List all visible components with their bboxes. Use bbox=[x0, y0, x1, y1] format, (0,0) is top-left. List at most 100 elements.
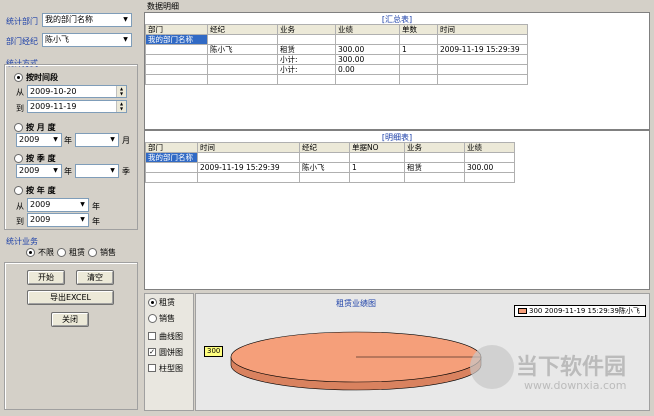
line-chart-checkbox[interactable] bbox=[148, 332, 156, 340]
table-cell[interactable]: 300.00 bbox=[335, 54, 400, 65]
to-date-input[interactable]: 2009-11-19 ▲ ▼ bbox=[27, 100, 127, 113]
table-row[interactable]: 陈小飞 租赁 300.00 1 2009-11-19 15:29:39 bbox=[145, 44, 528, 55]
table-row[interactable] bbox=[145, 74, 528, 85]
table-cell[interactable] bbox=[207, 54, 278, 65]
column-header[interactable]: 经纪 bbox=[207, 24, 278, 35]
export-excel-button[interactable]: 导出EXCEL bbox=[27, 290, 114, 305]
column-header[interactable]: 单据NO bbox=[349, 142, 405, 153]
month-radio[interactable] bbox=[14, 123, 23, 132]
table-cell[interactable] bbox=[464, 172, 515, 183]
table-cell[interactable] bbox=[299, 152, 350, 163]
month-select[interactable]: ▼ bbox=[75, 133, 119, 147]
table-cell[interactable] bbox=[437, 64, 528, 75]
table-cell[interactable] bbox=[399, 74, 438, 85]
table-cell[interactable]: 陈小飞 bbox=[299, 162, 350, 173]
table-cell[interactable] bbox=[207, 74, 278, 85]
table-cell[interactable] bbox=[145, 64, 208, 75]
table-cell[interactable] bbox=[277, 34, 336, 45]
table-cell[interactable]: 我的部门名称 bbox=[145, 34, 208, 45]
table-row[interactable]: 我的部门名称 bbox=[145, 34, 528, 45]
table-cell[interactable]: 1 bbox=[399, 44, 438, 55]
table-cell[interactable] bbox=[437, 54, 528, 65]
quarter-year-select[interactable]: 2009 ▼ bbox=[16, 164, 62, 178]
column-header[interactable]: 部门 bbox=[145, 24, 208, 35]
column-header[interactable]: 业绩 bbox=[335, 24, 400, 35]
table-row[interactable]: 小计: 0.00 bbox=[145, 64, 528, 75]
table-cell[interactable]: 1 bbox=[349, 162, 405, 173]
chevron-down-icon[interactable]: ▼ bbox=[50, 165, 61, 177]
table-cell[interactable] bbox=[399, 34, 438, 45]
column-header[interactable]: 业绩 bbox=[464, 142, 515, 153]
table-cell[interactable]: 2009-11-19 15:29:39 bbox=[197, 162, 300, 173]
table-cell[interactable]: 租赁 bbox=[277, 44, 336, 55]
spin-icon[interactable]: ▲ ▼ bbox=[116, 101, 126, 112]
quarter-radio[interactable] bbox=[14, 154, 23, 163]
quarter-select[interactable]: ▼ bbox=[75, 164, 119, 178]
chevron-down-icon[interactable]: ▼ bbox=[107, 134, 118, 146]
pie-chart-checkbox[interactable]: ✓ bbox=[148, 348, 156, 356]
table-cell[interactable] bbox=[464, 152, 515, 163]
chevron-down-icon[interactable]: ▼ bbox=[77, 214, 88, 226]
start-button[interactable]: 开始 bbox=[27, 270, 65, 285]
chevron-down-icon[interactable]: ▼ bbox=[50, 134, 61, 146]
table-cell[interactable]: 租赁 bbox=[404, 162, 465, 173]
table-row[interactable]: 2009-11-19 15:29:39 陈小飞 1 租赁 300.00 bbox=[145, 162, 515, 173]
biz-all-radio[interactable] bbox=[26, 248, 35, 257]
chevron-down-icon[interactable]: ▼ bbox=[107, 165, 118, 177]
column-header[interactable]: 业务 bbox=[404, 142, 465, 153]
table-cell[interactable] bbox=[145, 172, 198, 183]
chevron-down-icon[interactable]: ▼ bbox=[120, 14, 131, 26]
table-cell[interactable] bbox=[437, 74, 528, 85]
column-header[interactable]: 业务 bbox=[277, 24, 336, 35]
dept-select[interactable]: 我的部门名称 ▼ bbox=[42, 13, 132, 27]
table-cell[interactable]: 300.00 bbox=[335, 44, 400, 55]
table-cell[interactable] bbox=[399, 64, 438, 75]
table-cell[interactable]: 300.00 bbox=[464, 162, 515, 173]
table-cell[interactable]: 0.00 bbox=[335, 64, 400, 75]
table-cell[interactable]: 小计: bbox=[277, 64, 336, 75]
biz-sale-radio[interactable] bbox=[88, 248, 97, 257]
close-button[interactable]: 关闭 bbox=[51, 312, 89, 327]
column-header[interactable]: 时间 bbox=[197, 142, 300, 153]
chart-rent-radio[interactable] bbox=[148, 298, 157, 307]
table-cell[interactable]: 我的部门名称 bbox=[145, 152, 198, 163]
table-cell[interactable] bbox=[145, 54, 208, 65]
table-cell[interactable] bbox=[145, 74, 208, 85]
column-header[interactable]: 单数 bbox=[399, 24, 438, 35]
table-cell[interactable] bbox=[277, 74, 336, 85]
biz-rent-radio[interactable] bbox=[57, 248, 66, 257]
table-cell[interactable] bbox=[145, 162, 198, 173]
clear-button[interactable]: 清空 bbox=[76, 270, 114, 285]
column-header[interactable]: 部门 bbox=[145, 142, 198, 153]
table-cell[interactable] bbox=[404, 152, 465, 163]
table-cell[interactable] bbox=[207, 34, 278, 45]
table-row[interactable]: 我的部门名称 bbox=[145, 152, 515, 163]
chevron-down-icon[interactable]: ▼ bbox=[120, 34, 131, 46]
table-cell[interactable] bbox=[145, 44, 208, 55]
table-cell[interactable]: 小计: bbox=[277, 54, 336, 65]
table-cell[interactable] bbox=[335, 34, 400, 45]
table-cell[interactable] bbox=[197, 152, 300, 163]
agent-select[interactable]: 陈小飞 ▼ bbox=[42, 33, 132, 47]
table-row[interactable] bbox=[145, 172, 515, 183]
month-year-select[interactable]: 2009 ▼ bbox=[16, 133, 62, 147]
chart-sale-radio[interactable] bbox=[148, 314, 157, 323]
bar-chart-checkbox[interactable] bbox=[148, 364, 156, 372]
table-cell[interactable]: 陈小飞 bbox=[207, 44, 278, 55]
table-cell[interactable] bbox=[207, 64, 278, 75]
table-cell[interactable] bbox=[399, 54, 438, 65]
year-radio[interactable] bbox=[14, 186, 23, 195]
column-header[interactable]: 时间 bbox=[437, 24, 528, 35]
chevron-down-icon[interactable]: ▼ bbox=[77, 199, 88, 211]
table-cell[interactable] bbox=[197, 172, 300, 183]
table-cell[interactable] bbox=[437, 34, 528, 45]
table-cell[interactable] bbox=[349, 152, 405, 163]
table-cell[interactable] bbox=[335, 74, 400, 85]
table-row[interactable]: 小计: 300.00 bbox=[145, 54, 528, 65]
from-date-input[interactable]: 2009-10-20 ▲ ▼ bbox=[27, 85, 127, 98]
year-to-select[interactable]: 2009 ▼ bbox=[27, 213, 89, 227]
spin-icon[interactable]: ▲ ▼ bbox=[116, 86, 126, 97]
table-cell[interactable] bbox=[349, 172, 405, 183]
year-from-select[interactable]: 2009 ▼ bbox=[27, 198, 89, 212]
table-cell[interactable] bbox=[299, 172, 350, 183]
